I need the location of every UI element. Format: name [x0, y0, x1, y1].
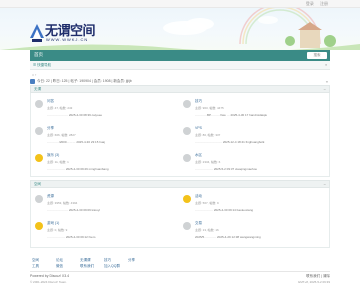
forum-icon	[183, 154, 191, 162]
footer-link[interactable]: 无谓谓	[80, 258, 91, 263]
forum-last-post[interactable]: ……………… 2025-5-2 09:37 xiaoqingmaohou	[195, 167, 257, 171]
forum-name[interactable]: 交易	[195, 221, 202, 226]
collapse-toggle-icon[interactable]: »	[326, 79, 328, 84]
forum-name[interactable]: 资源	[47, 194, 54, 199]
footer-divider	[30, 271, 330, 272]
forum-stats: 主题: 0, 帖数: 9	[47, 228, 68, 232]
forum-name[interactable]: 游戏 (1)	[47, 221, 59, 226]
forum-item[interactable]: 资源主题: 3953, 帖数: 4394 ………………… 2025-4-30 09…	[35, 192, 183, 218]
forum-stats: 主题: 2334, 帖数: 6	[195, 160, 221, 164]
section-header[interactable]: 无谓 −	[30, 85, 330, 93]
forum-name[interactable]: VPS	[195, 126, 202, 130]
quick-nav-bar: ☰ 快捷导航 ≡	[30, 61, 330, 70]
forum-stats: 主题: 567, 帖数: 9	[195, 201, 219, 205]
forum-stats: 主题: 963, 帖数: 4475	[195, 106, 224, 110]
forum-item[interactable]: VPS 主题: 80, 帖数: 337 ……………………… 2025-12-4 18…	[183, 124, 331, 150]
collapse-icon[interactable]: −	[324, 87, 326, 92]
forum-item[interactable]: 问答主题: 47, 帖数: 243 ………………… 2025-4-30 08:39…	[35, 97, 183, 123]
forum-last-post[interactable]: ………………… 2025-4-30 08:39 caiyoee	[47, 113, 102, 117]
main-nav: 首页 搜索	[30, 50, 330, 61]
forum-stats: 主题: 666, 帖数: 2827	[47, 133, 76, 137]
footer-right-links[interactable]: 联系我们 | 清除	[306, 274, 330, 279]
forum-name[interactable]: 技巧	[195, 99, 202, 104]
forum-icon	[35, 100, 43, 108]
forum-new-icon	[183, 195, 191, 203]
stats-icon	[30, 79, 35, 84]
footer-link[interactable]: 技巧	[104, 258, 111, 263]
forum-name[interactable]: 活动	[195, 194, 202, 199]
server-time: GMT+8, 2025-5-2 09:39	[297, 280, 330, 284]
section-header[interactable]: 空间 −	[30, 180, 330, 188]
menu-icon[interactable]: ≡	[325, 63, 327, 67]
section-title: 空间	[34, 182, 41, 186]
footer-link[interactable]: 联系我们	[80, 264, 94, 269]
forum-last-post[interactable]: ……………… 2025-4-30 09:14 baotuoxiang	[195, 208, 253, 212]
forum-icon	[35, 127, 43, 135]
quick-nav-link[interactable]: ☰ 快捷导航	[33, 63, 51, 68]
forum-icon	[183, 222, 191, 230]
stats-text: 今日: 22 | 昨日: 125 | 帖子: 190904 | 会员: 1908…	[37, 79, 132, 83]
forum-new-icon	[35, 154, 43, 162]
logo-emblem-icon	[30, 24, 44, 42]
breadcrumb[interactable]: ⌂ ›	[32, 73, 36, 77]
forum-item[interactable]: 娱乐 (3) 主题: 1k, 帖数: 1 ……………… 2025-4-30 09:2…	[35, 151, 183, 177]
forum-stats: 主题: 47, 帖数: 243	[47, 106, 73, 110]
forum-stats: 主题: 13, 帖数: 16	[195, 228, 219, 232]
footer-link[interactable]: 论坛	[56, 258, 63, 263]
register-link[interactable]: 注册	[320, 1, 328, 6]
forum-stats: 主题: 3953, 帖数: 4394	[47, 201, 78, 205]
powered-by[interactable]: Powered by Discuz! X3.4	[30, 274, 69, 278]
site-header: 无谓空间 WWW.WWKJ.CN	[0, 8, 360, 50]
forum-last-post[interactable]: 2025/5………… 2025-4-29 12:38 wangwangming	[195, 235, 261, 239]
login-link[interactable]: 登录	[306, 1, 314, 6]
forum-name[interactable]: 娱乐 (3)	[47, 153, 59, 158]
forum-last-post[interactable]: ……………… 2025-4-30 09:12 hiero	[47, 235, 95, 239]
forum-item[interactable]: 交易主题: 13, 帖数: 16 2025/5………… 2025-4-29 12:…	[183, 219, 331, 245]
forum-last-post[interactable]: ………………… 2025-4-30 09:09 kiiouyi	[47, 208, 100, 212]
footer-link[interactable]: 分享	[128, 258, 135, 263]
nav-home[interactable]: 首页	[34, 52, 43, 58]
footer-link[interactable]: 加入QQ群	[104, 264, 120, 269]
forum-item[interactable]: 游戏 (1) 主题: 0, 帖数: 9 ……………… 2025-4-30 09:12…	[35, 219, 183, 245]
forum-new-icon	[35, 222, 43, 230]
forum-item[interactable]: 分享主题: 666, 帖数: 2827 …………/2000……… 2025-4-3…	[35, 124, 183, 150]
section-body: 问答主题: 47, 帖数: 243 ………………… 2025-4-30 08:39…	[30, 93, 330, 177]
collapse-icon[interactable]: −	[324, 182, 326, 187]
footer-link[interactable]: 空间	[32, 258, 39, 263]
forum-last-post[interactable]: …………/2000……… 2025-4-30 23:15 huaj	[47, 140, 105, 144]
forum-name[interactable]: 问答	[47, 99, 54, 104]
forum-icon	[183, 127, 191, 135]
forum-icon	[35, 195, 43, 203]
forum-icon	[183, 100, 191, 108]
site-logo[interactable]: 无谓空间 WWW.WWKJ.CN	[30, 21, 110, 50]
forum-last-post[interactable]: …………BP………Vwe … 2025-4-30 17 handmidaiqiu	[195, 113, 267, 117]
forum-item[interactable]: 水区主题: 2334, 帖数: 6 ……………… 2025-5-2 09:37 x…	[183, 151, 331, 177]
section-body: 资源主题: 3953, 帖数: 4394 ………………… 2025-4-30 09…	[30, 188, 330, 248]
forum-last-post[interactable]: ……………………… 2025-12-4 18:41 finghuangbolk	[195, 140, 264, 144]
section-title: 无谓	[34, 87, 41, 91]
forum-item[interactable]: 活动主题: 567, 帖数: 9 ……………… 2025-4-30 09:14 b…	[183, 192, 331, 218]
site-domain: WWW.WWKJ.CN	[46, 37, 89, 42]
search-input[interactable]: 搜索	[307, 52, 327, 59]
top-bar: 登录 注册	[0, 0, 360, 8]
copyright: © 2001-2024 Discuz! Team.	[30, 280, 68, 284]
footer-link[interactable]: 工具	[32, 264, 39, 269]
forum-name[interactable]: 分享	[47, 126, 54, 131]
forum-stats: 主题: 1k, 帖数: 1	[47, 160, 69, 164]
forum-item[interactable]: 技巧主题: 963, 帖数: 4475 …………BP………Vwe … 2025-4…	[183, 97, 331, 123]
forum-name[interactable]: 水区	[195, 153, 202, 158]
footer-link[interactable]: 微信	[56, 264, 63, 269]
forum-last-post[interactable]: ……………… 2025-4-30 09:29 minghuanbang	[47, 167, 109, 171]
top-links: 登录 注册	[301, 1, 328, 7]
forum-stats: 主题: 80, 帖数: 337	[195, 133, 221, 137]
